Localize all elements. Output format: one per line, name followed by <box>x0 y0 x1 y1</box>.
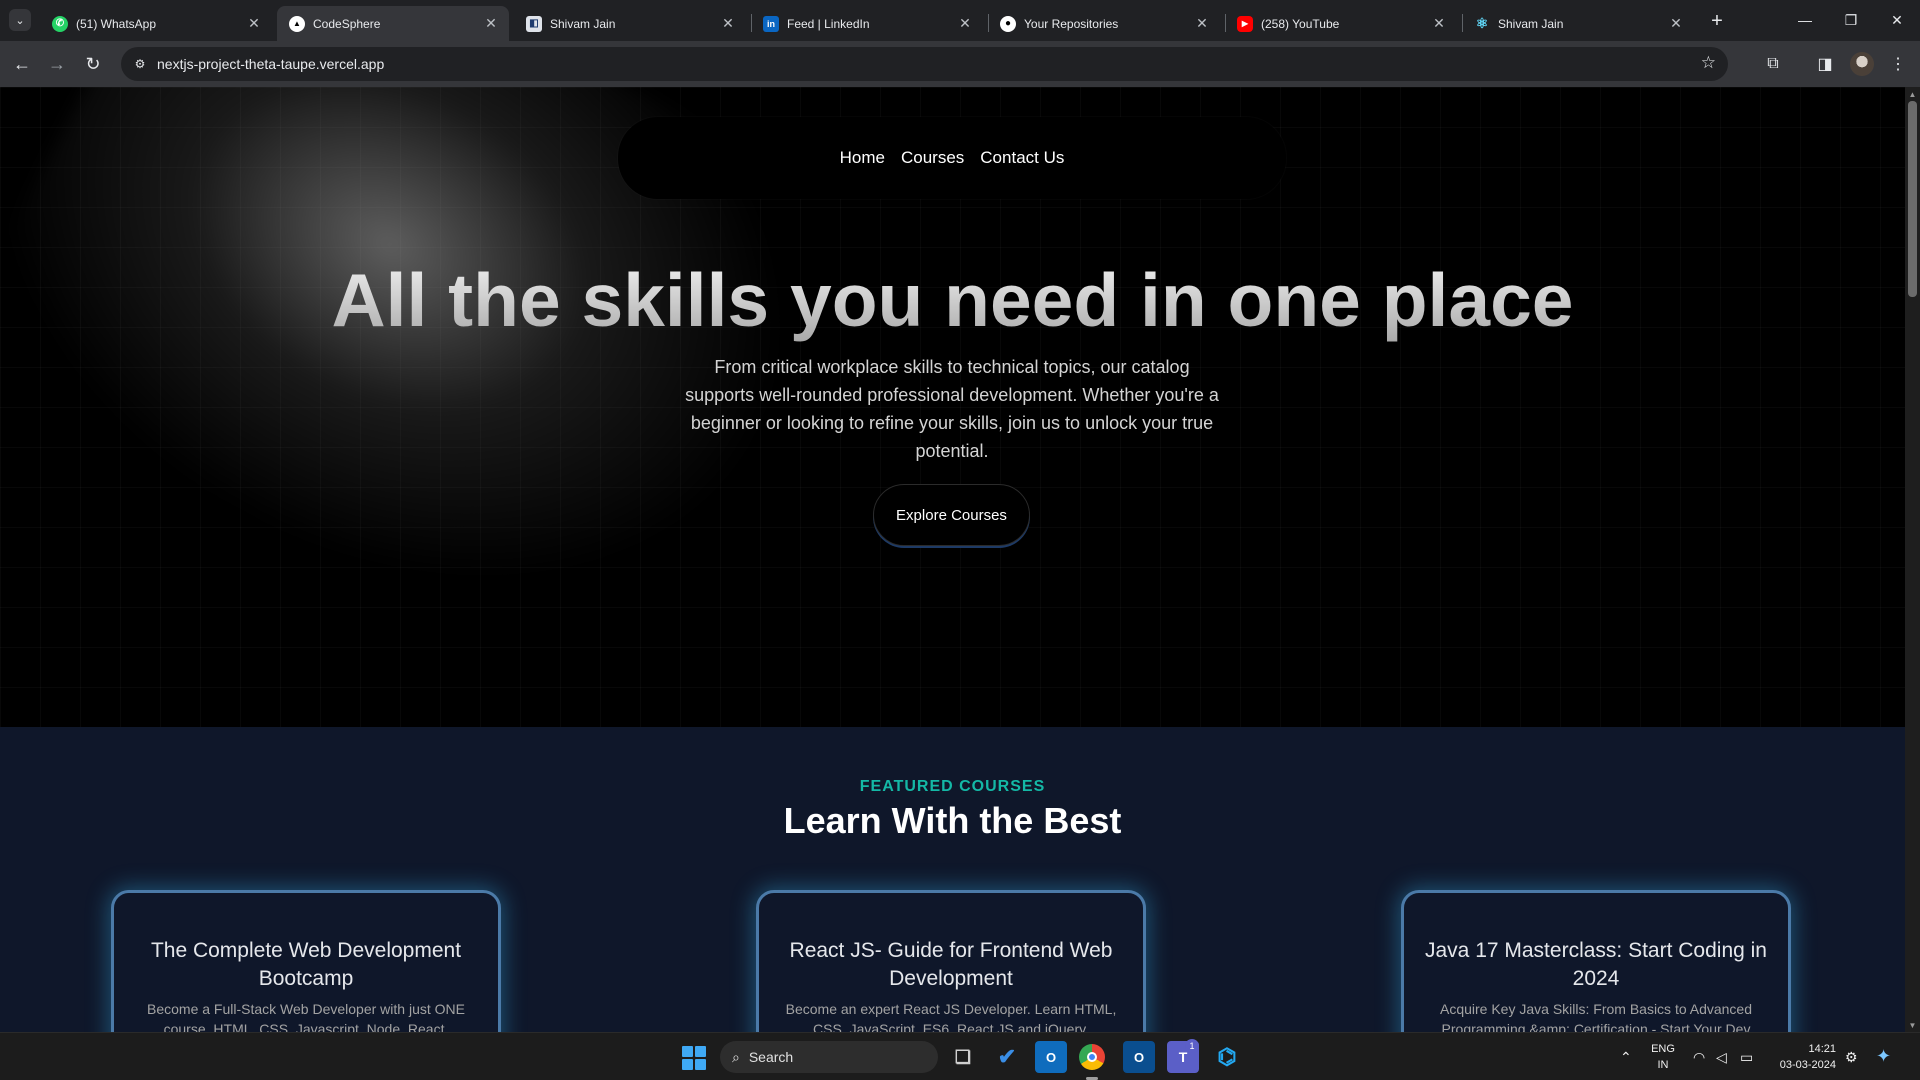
hero-section: Home Courses Contact Us All the skills y… <box>0 87 1905 727</box>
tab-title: CodeSphere <box>313 16 381 31</box>
notifications-icon[interactable]: ⚙ <box>1845 1049 1858 1066</box>
tab-title: (258) YouTube <box>1261 16 1340 31</box>
close-tab-icon[interactable]: ✕ <box>1194 15 1210 32</box>
forward-icon[interactable]: → <box>42 49 72 79</box>
clock-time: 14:21 <box>1808 1043 1836 1055</box>
bookmark-star-icon[interactable]: ☆ <box>1701 53 1716 73</box>
hero-title: All the skills you need in one place <box>0 257 1905 343</box>
close-tab-icon[interactable]: ✕ <box>246 15 262 32</box>
nav-home-link[interactable]: Home <box>840 148 885 168</box>
course-card[interactable]: React JS- Guide for Frontend Web Develop… <box>756 890 1146 1032</box>
battery-icon[interactable]: ▭ <box>1740 1049 1753 1066</box>
close-tab-icon[interactable]: ✕ <box>957 15 973 32</box>
course-card[interactable]: Java 17 Masterclass: Start Coding in 202… <box>1401 890 1791 1032</box>
taskbar-search-label: Search <box>748 1049 794 1065</box>
tab-title: (51) WhatsApp <box>76 16 157 31</box>
menu-kebab-icon[interactable]: ⋮ <box>1885 51 1911 77</box>
tab-github[interactable]: ● Your Repositories ✕ <box>988 6 1220 41</box>
hero-subtitle: From critical workplace skills to techni… <box>685 357 1219 461</box>
tab-codesphere[interactable]: ▲ CodeSphere ✕ <box>277 6 509 41</box>
tab-title: Shivam Jain <box>1498 16 1564 31</box>
explore-courses-button[interactable]: Explore Courses <box>873 484 1030 546</box>
close-tab-icon[interactable]: ✕ <box>483 15 499 32</box>
region-code: IN <box>1657 1059 1669 1071</box>
nav-contact-link[interactable]: Contact Us <box>980 148 1064 168</box>
tab-title: Shivam Jain <box>550 16 616 31</box>
course-card-description: Acquire Key Java Skills: From Basics to … <box>1439 1001 1753 1032</box>
teams-badge: 1 <box>1185 1039 1199 1053</box>
address-bar[interactable]: ⚙ nextjs-project-theta-taupe.vercel.app … <box>121 47 1728 81</box>
section-title: Learn With the Best <box>783 800 1122 841</box>
chrome-icon[interactable] <box>1079 1044 1105 1070</box>
back-icon[interactable]: ← <box>7 49 37 79</box>
browser-tab-strip: ⌄ ✆ (51) WhatsApp ✕ ▲ CodeSphere ✕ ◧ Shi… <box>0 0 1920 41</box>
course-card-title: Java 17 Masterclass: Start Coding in 202… <box>1425 939 1767 990</box>
search-icon: ⌕ <box>732 1048 740 1065</box>
windows-start-icon[interactable] <box>682 1046 706 1070</box>
top-navbar: Home Courses Contact Us <box>618 117 1286 199</box>
close-tab-icon[interactable]: ✕ <box>720 15 736 32</box>
outlook-new-icon[interactable]: O <box>1123 1041 1155 1073</box>
url-text[interactable]: nextjs-project-theta-taupe.vercel.app <box>157 56 384 72</box>
tab-portfolio[interactable]: ⚛ Shivam Jain ✕ <box>1462 6 1694 41</box>
vscode-icon[interactable]: ⌬ <box>1211 1041 1243 1073</box>
close-tab-icon[interactable]: ✕ <box>1668 15 1684 32</box>
tab-title: Your Repositories <box>1024 16 1119 31</box>
tab-shivam-jain[interactable]: ◧ Shivam Jain ✕ <box>514 6 746 41</box>
close-window-icon[interactable]: ✕ <box>1874 0 1920 40</box>
course-card-description: Become an expert React JS Developer. Lea… <box>785 1001 1117 1032</box>
clock[interactable]: 14:21 03-03-2024 <box>1770 1041 1836 1073</box>
section-eyebrow: FEATURED COURSES <box>859 778 1046 795</box>
volume-icon[interactable]: ◁ <box>1716 1049 1727 1066</box>
tab-title: Feed | LinkedIn <box>787 16 870 31</box>
extensions-icon[interactable]: ⧉ <box>1760 51 1786 77</box>
page-scrollbar[interactable]: ▲ ▼ <box>1905 87 1920 1032</box>
language-indicator[interactable]: ENG IN <box>1650 1041 1676 1073</box>
outlook-icon[interactable]: O <box>1035 1041 1067 1073</box>
windows-taskbar: ⌕ Search ❏ ✔ O O T 1 ⌬ ⌃ ENG IN ◠ ◁ ▭ 14… <box>0 1032 1920 1080</box>
clock-date: 03-03-2024 <box>1779 1059 1836 1071</box>
tab-whatsapp[interactable]: ✆ (51) WhatsApp ✕ <box>40 6 272 41</box>
language-code: ENG <box>1651 1043 1675 1055</box>
tab-youtube[interactable]: ▶ (258) YouTube ✕ <box>1225 6 1457 41</box>
browser-toolbar: ← → ↻ ⚙ nextjs-project-theta-taupe.verce… <box>0 41 1920 87</box>
nav-courses-link[interactable]: Courses <box>901 148 964 168</box>
profile-avatar[interactable] <box>1850 52 1874 76</box>
todo-icon[interactable]: ✔ <box>991 1041 1023 1073</box>
profile-icon: ◧ <box>526 15 542 32</box>
close-tab-icon[interactable]: ✕ <box>1431 15 1447 32</box>
wifi-icon[interactable]: ◠ <box>1693 1049 1705 1066</box>
reload-icon[interactable]: ↻ <box>78 49 108 79</box>
copilot-icon[interactable]: ✦ <box>1876 1046 1891 1067</box>
scroll-up-icon[interactable]: ▲ <box>1905 87 1920 101</box>
show-hidden-icons-icon[interactable]: ⌃ <box>1620 1049 1632 1066</box>
tab-linkedin[interactable]: in Feed | LinkedIn ✕ <box>751 6 983 41</box>
course-card-description: Become a Full-Stack Web Developer with j… <box>147 1001 465 1032</box>
react-icon: ⚛ <box>1475 15 1489 31</box>
page-viewport: Home Courses Contact Us All the skills y… <box>0 87 1905 1032</box>
github-icon: ● <box>1000 15 1016 32</box>
featured-courses-section: FEATURED COURSES Learn With the Best The… <box>0 727 1905 1032</box>
scrollbar-thumb[interactable] <box>1908 101 1917 297</box>
whatsapp-icon: ✆ <box>52 15 68 32</box>
taskbar-search[interactable]: ⌕ Search <box>720 1041 938 1073</box>
restore-icon[interactable]: ❐ <box>1828 0 1874 40</box>
course-card-title: React JS- Guide for Frontend Web Develop… <box>789 939 1113 990</box>
site-info-icon[interactable]: ⚙ <box>131 55 149 73</box>
vercel-icon: ▲ <box>289 15 305 32</box>
scroll-down-icon[interactable]: ▼ <box>1905 1018 1920 1032</box>
youtube-icon: ▶ <box>1237 15 1253 32</box>
tab-search-icon[interactable]: ⌄ <box>9 9 31 31</box>
course-card-title: The Complete Web Development Bootcamp <box>150 939 462 990</box>
new-tab-button[interactable]: + <box>1705 9 1729 33</box>
linkedin-icon: in <box>763 15 779 32</box>
side-panel-icon[interactable]: ◨ <box>1812 51 1838 77</box>
task-view-icon[interactable]: ❏ <box>947 1041 979 1073</box>
course-card[interactable]: The Complete Web Development Bootcamp Be… <box>111 890 501 1032</box>
minimize-icon[interactable]: — <box>1782 0 1828 40</box>
